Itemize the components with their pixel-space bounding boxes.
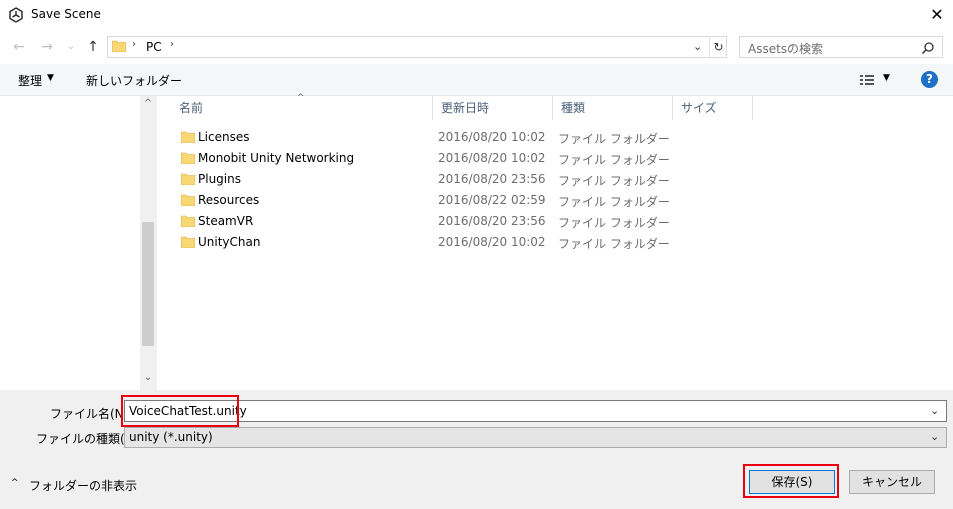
column-header-date[interactable]: 更新日時 bbox=[433, 96, 553, 120]
breadcrumb-separator-icon[interactable]: › bbox=[170, 39, 174, 50]
filename-dropdown-icon[interactable]: ⌄ bbox=[930, 404, 939, 417]
folder-icon bbox=[181, 194, 195, 206]
title-bar: Save Scene ✕ bbox=[0, 0, 953, 30]
list-item[interactable]: Plugins 2016/08/20 23:56 ファイル フォルダー bbox=[173, 169, 693, 190]
file-date: 2016/08/20 23:56 bbox=[438, 172, 546, 186]
filename-field[interactable]: VoiceChatTest.unity ⌄ bbox=[124, 400, 947, 422]
folder-icon bbox=[181, 152, 195, 164]
recent-locations-icon[interactable]: ⌄ bbox=[62, 38, 80, 56]
up-arrow-icon[interactable]: ↑ bbox=[84, 38, 102, 56]
filetype-dropdown-icon[interactable]: ⌄ bbox=[930, 430, 939, 443]
column-header-size-label: サイズ bbox=[681, 101, 717, 115]
file-name: Plugins bbox=[198, 172, 241, 186]
file-type: ファイル フォルダー bbox=[558, 153, 670, 167]
list-item[interactable]: Resources 2016/08/22 02:59 ファイル フォルダー bbox=[173, 190, 693, 211]
list-item[interactable]: SteamVR 2016/08/20 23:56 ファイル フォルダー bbox=[173, 211, 693, 232]
refresh-icon[interactable]: ↻ bbox=[709, 37, 727, 57]
file-date: 2016/08/20 10:02 bbox=[438, 151, 546, 165]
folder-icon bbox=[181, 236, 195, 248]
address-dropdown-icon[interactable]: ⌄ bbox=[693, 40, 702, 53]
search-icon[interactable] bbox=[921, 41, 935, 55]
filetype-value: unity (*.unity) bbox=[129, 430, 213, 444]
list-item[interactable]: Licenses 2016/08/20 10:02 ファイル フォルダー bbox=[173, 127, 693, 148]
file-date: 2016/08/20 10:02 bbox=[438, 235, 546, 249]
file-name: UnityChan bbox=[198, 235, 261, 249]
search-placeholder: Assetsの検索 bbox=[748, 42, 824, 56]
search-input[interactable]: Assetsの検索 bbox=[739, 36, 943, 58]
file-date: 2016/08/20 23:56 bbox=[438, 214, 546, 228]
column-header-name[interactable]: 名前 bbox=[171, 96, 433, 120]
column-header-type[interactable]: 種類 bbox=[553, 96, 673, 120]
filetype-select[interactable]: unity (*.unity) ⌄ bbox=[124, 427, 947, 448]
navigation-bar: ← → ⌄ ↑ › PC › ⌄ ↻ Assetsの検索 bbox=[0, 30, 953, 64]
column-header-name-label: 名前 bbox=[179, 101, 204, 115]
breadcrumb-separator-icon: › bbox=[132, 39, 136, 50]
column-header-date-label: 更新日時 bbox=[441, 101, 490, 115]
view-options-icon[interactable] bbox=[859, 73, 875, 87]
file-type: ファイル フォルダー bbox=[558, 132, 670, 146]
save-form: ファイル名(N): VoiceChatTest.unity ⌄ ファイルの種類(… bbox=[0, 390, 953, 509]
unity-logo-icon bbox=[9, 7, 23, 23]
organize-button[interactable]: 整理 bbox=[18, 72, 42, 89]
file-name: Resources bbox=[198, 193, 260, 207]
scroll-down-icon[interactable]: ⌄ bbox=[140, 372, 156, 388]
column-header-type-label: 種類 bbox=[561, 101, 586, 115]
file-name: Monobit Unity Networking bbox=[198, 151, 355, 165]
forward-arrow-icon[interactable]: → bbox=[38, 38, 56, 56]
navigation-pane[interactable]: ^ ⌄ bbox=[0, 96, 157, 390]
command-toolbar: 整理 ▼ 新しいフォルダー ▼ ? bbox=[0, 64, 953, 96]
column-header-size[interactable]: サイズ bbox=[673, 96, 753, 120]
list-item[interactable]: Monobit Unity Networking 2016/08/20 10:0… bbox=[173, 148, 693, 169]
navigation-scrollbar[interactable]: ^ ⌄ bbox=[140, 96, 156, 390]
file-type: ファイル フォルダー bbox=[558, 174, 670, 188]
folder-icon bbox=[181, 215, 195, 227]
filename-highlight-annotation bbox=[121, 395, 239, 427]
new-folder-button[interactable]: 新しいフォルダー bbox=[86, 72, 182, 89]
file-type: ファイル フォルダー bbox=[558, 195, 670, 209]
address-bar[interactable]: › PC › ⌄ ↻ bbox=[107, 36, 727, 58]
folder-icon bbox=[181, 173, 195, 185]
folder-icon bbox=[181, 131, 195, 143]
file-type: ファイル フォルダー bbox=[558, 237, 670, 251]
close-icon[interactable]: ✕ bbox=[927, 5, 947, 25]
hide-folders-label: フォルダーの非表示 bbox=[29, 479, 138, 493]
scroll-up-icon[interactable]: ^ bbox=[140, 98, 156, 114]
scrollbar-thumb[interactable] bbox=[142, 222, 154, 346]
file-name: SteamVR bbox=[198, 214, 254, 228]
file-type: ファイル フォルダー bbox=[558, 216, 670, 230]
window-title: Save Scene bbox=[31, 7, 101, 21]
list-item[interactable]: UnityChan 2016/08/20 10:02 ファイル フォルダー bbox=[173, 232, 693, 253]
file-name: Licenses bbox=[198, 130, 250, 144]
cancel-button[interactable]: キャンセル bbox=[849, 470, 935, 494]
help-icon[interactable]: ? bbox=[921, 71, 938, 88]
organize-caret-icon[interactable]: ▼ bbox=[47, 73, 54, 83]
file-date: 2016/08/20 10:02 bbox=[438, 130, 546, 144]
chevron-up-icon: ^ bbox=[11, 478, 19, 488]
file-list[interactable]: ^ 名前 更新日時 種類 サイズ Licenses 2016/08/20 10:… bbox=[157, 93, 953, 390]
save-highlight-annotation bbox=[743, 464, 839, 498]
back-arrow-icon[interactable]: ← bbox=[10, 38, 28, 56]
folder-icon bbox=[112, 40, 126, 52]
file-date: 2016/08/22 02:59 bbox=[438, 193, 546, 207]
view-caret-icon[interactable]: ▼ bbox=[883, 73, 890, 83]
breadcrumb-pc[interactable]: PC bbox=[146, 40, 162, 54]
